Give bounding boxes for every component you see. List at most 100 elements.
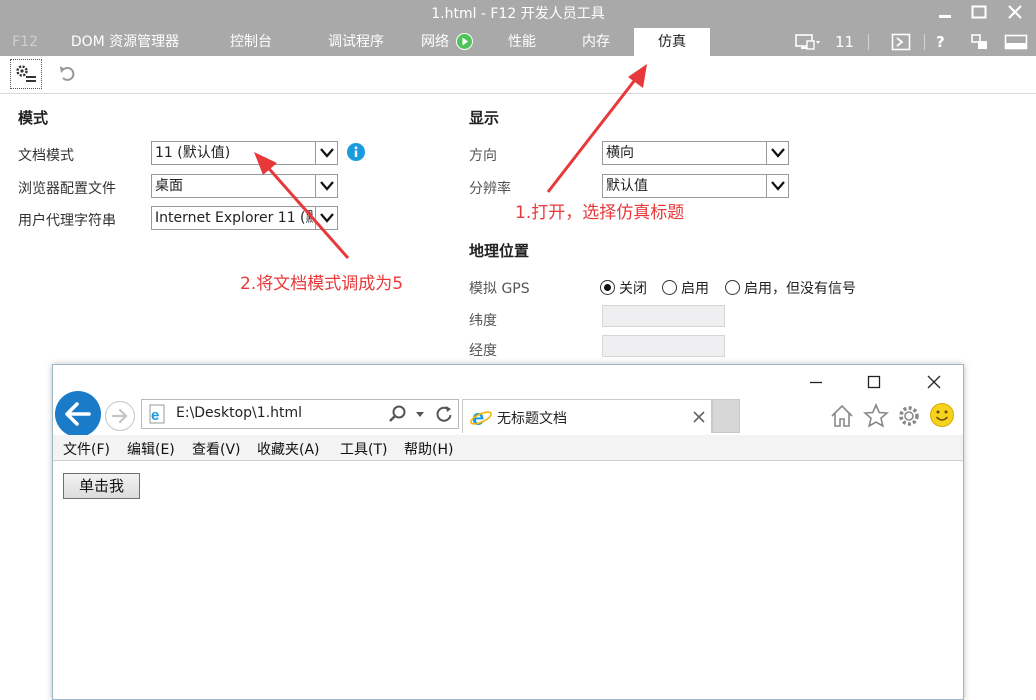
latitude-input[interactable] — [602, 305, 725, 327]
tab-performance[interactable]: 性能 — [494, 28, 550, 56]
gps-radio-on[interactable]: 启用 — [662, 278, 722, 298]
maximize-icon — [971, 5, 987, 19]
doc-mode-label: 文档模式 — [18, 148, 74, 164]
monitor-icon — [795, 34, 820, 50]
undo-icon — [60, 66, 75, 81]
favorites-star-icon[interactable] — [863, 403, 889, 429]
chevron-down-icon — [315, 142, 337, 164]
doc-mode-select[interactable]: 11 (默认值) — [151, 141, 338, 165]
geo-section-title: 地理位置 — [469, 242, 530, 260]
orientation-value: 横向 — [606, 145, 634, 161]
ie-logo-icon: e — [470, 405, 492, 429]
separator — [868, 34, 869, 50]
back-button[interactable] — [55, 391, 101, 437]
orientation-label: 方向 — [469, 148, 497, 164]
back-arrow-icon — [65, 402, 91, 426]
menu-file[interactable]: 文件(F) — [63, 439, 110, 459]
user-agent-label: 用户代理字符串 — [18, 213, 116, 229]
info-icon[interactable] — [347, 143, 365, 161]
help-button[interactable]: ? — [936, 32, 952, 52]
mode-section-title: 模式 — [18, 109, 49, 127]
settings-list-icon — [16, 65, 36, 82]
home-icon[interactable] — [829, 403, 855, 429]
tab-close-icon[interactable] — [693, 411, 705, 423]
tab-title: 无标题文档 — [497, 411, 567, 427]
menu-tools[interactable]: 工具(T) — [340, 439, 387, 459]
tab-network-label: 网络 — [421, 34, 449, 50]
doc-mode-value: 11 (默认值) — [155, 145, 231, 161]
longitude-label: 经度 — [469, 343, 497, 359]
console-toggle-button[interactable] — [891, 32, 913, 52]
longitude-input[interactable] — [602, 335, 725, 357]
gps-radio-off[interactable]: 关闭 — [600, 278, 660, 298]
forward-button[interactable] — [105, 401, 135, 431]
menu-bar: 文件(F) 编辑(E) 查看(V) 收藏夹(A) 工具(T) 帮助(H) — [53, 435, 963, 461]
refresh-icon[interactable] — [434, 404, 454, 424]
ie-maximize-button[interactable] — [861, 373, 887, 395]
resolution-value: 默认值 — [606, 178, 648, 194]
dock-button[interactable] — [1004, 32, 1030, 52]
window-title: 1.html - F12 开发人员工具 — [431, 6, 605, 22]
user-agent-value: Internet Explorer 11 (默认值) — [155, 210, 313, 226]
tab-console[interactable]: 控制台 — [214, 28, 288, 56]
menu-edit[interactable]: 编辑(E) — [127, 439, 175, 459]
orientation-select[interactable]: 横向 — [602, 141, 789, 165]
tab-debugger[interactable]: 调试程序 — [318, 28, 394, 56]
ie-minimize-button[interactable] — [803, 373, 829, 395]
menu-help[interactable]: 帮助(H) — [404, 439, 453, 459]
resolution-select[interactable]: 默认值 — [602, 174, 789, 198]
separator — [924, 34, 925, 50]
svg-text:e: e — [151, 407, 159, 424]
undock-icon — [971, 34, 987, 49]
tab-emulation[interactable]: 仿真 — [634, 28, 710, 56]
gps-radio-no-signal[interactable]: 启用，但没有信号 — [725, 278, 875, 298]
radio-unchecked-icon — [662, 280, 677, 295]
tab-dom-explorer[interactable]: DOM 资源管理器 — [58, 28, 192, 56]
address-url: E:\Desktop\1.html — [176, 405, 302, 421]
undock-button[interactable] — [970, 32, 990, 52]
terminal-icon — [891, 33, 911, 51]
gps-label: 模拟 GPS — [469, 281, 530, 297]
network-record-icon[interactable] — [456, 33, 473, 50]
search-icon[interactable] — [388, 404, 408, 424]
gear-icon[interactable] — [896, 403, 922, 429]
reset-button[interactable] — [58, 64, 80, 84]
menu-view[interactable]: 查看(V) — [192, 439, 241, 459]
browser-tab[interactable]: e 无标题文档 — [462, 399, 712, 433]
dock-bottom-icon — [1004, 34, 1028, 50]
chevron-down-icon[interactable] — [415, 411, 425, 419]
display-section-title: 显示 — [469, 109, 500, 127]
page-icon: e — [149, 404, 165, 424]
close-button[interactable] — [1004, 4, 1026, 24]
resolution-label: 分辨率 — [469, 181, 511, 197]
chevron-down-icon — [766, 142, 788, 164]
ie-browser-window: e E:\Desktop\1.html e 无标题文档 文件(F) 编辑(E) … — [52, 364, 964, 700]
devtools-title-bar: 1.html - F12 开发人员工具 — [0, 0, 1036, 28]
target-version: 11 — [835, 33, 855, 51]
devtools-tab-bar: F12 DOM 资源管理器 控制台 调试程序 网络 性能 内存 仿真 11 ? — [0, 28, 1036, 56]
annotation-step1: 1.打开，选择仿真标题 — [515, 203, 685, 223]
radio-checked-icon — [600, 280, 615, 295]
user-agent-select[interactable]: Internet Explorer 11 (默认值) — [151, 206, 338, 230]
close-icon — [927, 375, 941, 389]
browser-profile-select[interactable]: 桌面 — [151, 174, 338, 198]
close-icon — [1008, 5, 1022, 19]
maximize-icon — [867, 375, 881, 389]
new-tab-button[interactable] — [712, 399, 740, 433]
help-icon: ? — [936, 33, 945, 51]
menu-favorites[interactable]: 收藏夹(A) — [257, 439, 320, 459]
tab-f12[interactable]: F12 — [8, 28, 42, 56]
ie-close-button[interactable] — [921, 373, 947, 395]
chevron-down-icon — [315, 207, 337, 229]
latitude-label: 纬度 — [469, 313, 497, 329]
minimize-icon — [939, 15, 951, 18]
tab-memory[interactable]: 内存 — [568, 28, 624, 56]
maximize-button[interactable] — [968, 4, 990, 24]
minimize-button[interactable] — [934, 4, 956, 24]
settings-button[interactable] — [10, 59, 42, 89]
play-icon — [457, 34, 472, 49]
smiley-feedback-icon[interactable] — [929, 402, 955, 428]
tab-network[interactable]: 网络 — [410, 28, 460, 56]
address-bar[interactable]: e E:\Desktop\1.html — [141, 399, 459, 429]
click-me-button[interactable]: 单击我 — [63, 473, 140, 499]
